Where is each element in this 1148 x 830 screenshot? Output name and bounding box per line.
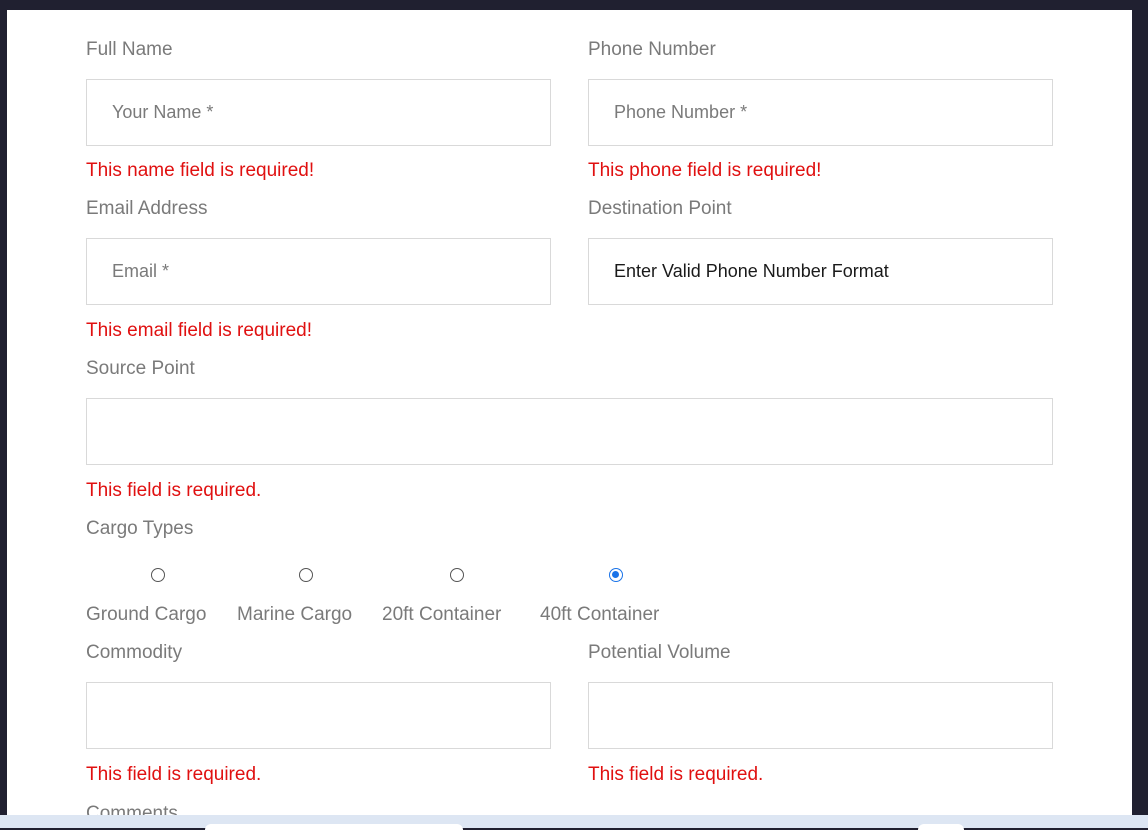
email-label: Email Address <box>86 198 208 219</box>
ground-cargo-label[interactable]: Ground Cargo <box>86 604 206 626</box>
phone-input[interactable]: Phone Number * <box>588 79 1053 146</box>
window-top-bar <box>0 0 1148 10</box>
source-label: Source Point <box>86 358 195 379</box>
marine-cargo-label[interactable]: Marine Cargo <box>237 604 352 626</box>
full-name-label: Full Name <box>86 39 173 60</box>
commodity-error: This field is required. <box>86 764 262 785</box>
destination-input[interactable]: Enter Valid Phone Number Format <box>588 238 1053 305</box>
commodity-label: Commodity <box>86 642 183 663</box>
source-error: This field is required. <box>86 480 262 501</box>
taskbar-button[interactable] <box>918 824 964 830</box>
ground-cargo-radio[interactable] <box>151 568 165 582</box>
40ft-container-label[interactable]: 40ft Container <box>540 604 659 626</box>
volume-error: This field is required. <box>588 764 764 785</box>
20ft-container-radio[interactable] <box>450 568 464 582</box>
cargo-types-label: Cargo Types <box>86 518 194 539</box>
volume-input[interactable] <box>588 682 1053 749</box>
20ft-container-label[interactable]: 20ft Container <box>382 604 501 626</box>
source-input[interactable] <box>86 398 1053 465</box>
full-name-error: This name field is required! <box>86 160 315 181</box>
taskbar-strip <box>0 815 1148 828</box>
phone-label: Phone Number <box>588 39 716 60</box>
comments-label: Comments <box>86 803 178 815</box>
marine-cargo-radio[interactable] <box>299 568 313 582</box>
email-error: This email field is required! <box>86 320 312 341</box>
phone-error: This phone field is required! <box>588 160 822 181</box>
40ft-container-radio[interactable] <box>609 568 623 582</box>
email-input[interactable]: Email * <box>86 238 551 305</box>
commodity-input[interactable] <box>86 682 551 749</box>
taskbar-search-pill[interactable] <box>205 824 463 830</box>
volume-label: Potential Volume <box>588 642 731 663</box>
full-name-input[interactable]: Your Name * <box>86 79 551 146</box>
destination-label: Destination Point <box>588 198 732 219</box>
